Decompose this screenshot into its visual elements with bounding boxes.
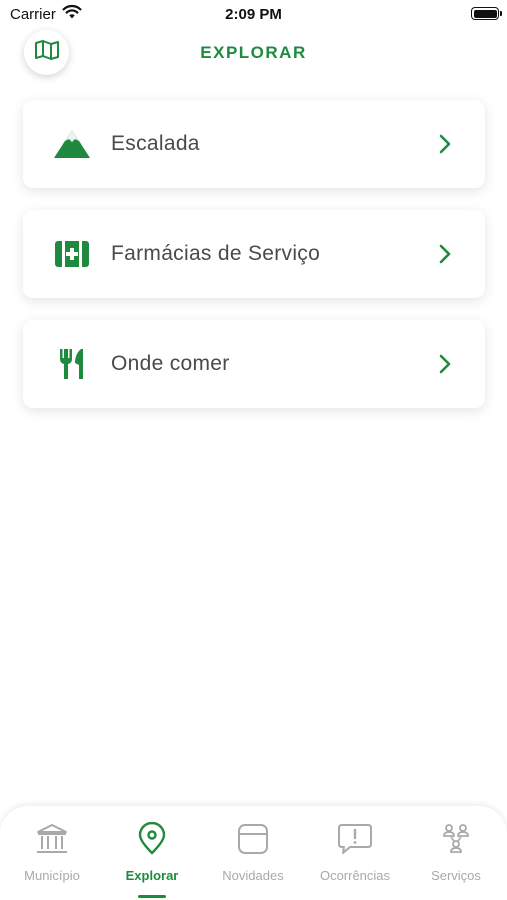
menu-item-label: Escalada	[111, 132, 200, 155]
chevron-right-icon	[439, 244, 451, 269]
tab-label: Município	[24, 868, 80, 883]
clock: 2:09 PM	[225, 6, 282, 23]
tab-label: Explorar	[125, 868, 179, 883]
tab-bar: Município Explorar Novidades Ocorrências…	[0, 806, 507, 900]
news-card-icon	[235, 821, 271, 857]
menu-item-label: Farmácias de Serviço	[111, 242, 321, 265]
tab-servicos[interactable]: Serviços	[406, 806, 506, 900]
chevron-right-icon	[439, 134, 451, 159]
chevron-right-icon	[439, 354, 451, 379]
menu-item-farmacias[interactable]: Farmácias de Serviço	[23, 210, 485, 298]
tab-label: Novidades	[222, 868, 284, 883]
tab-novidades[interactable]: Novidades	[203, 806, 303, 900]
active-tab-indicator	[138, 895, 166, 898]
mountain-icon	[53, 126, 91, 162]
status-bar: Carrier 2:09 PM	[0, 0, 507, 30]
fork-knife-icon	[53, 346, 91, 382]
first-aid-kit-icon	[53, 236, 91, 272]
location-pin-icon	[134, 821, 170, 857]
people-network-icon	[438, 821, 474, 857]
town-hall-icon	[34, 821, 70, 857]
menu-item-label: Onde comer	[111, 352, 230, 375]
page-title: EXPLORAR	[200, 43, 307, 62]
tab-municipio[interactable]: Município	[2, 806, 102, 900]
tab-label: Serviços	[431, 868, 481, 883]
alert-bubble-icon	[337, 821, 373, 857]
menu-item-onde-comer[interactable]: Onde comer	[23, 320, 485, 408]
tab-label: Ocorrências	[319, 868, 391, 883]
menu-item-escalada[interactable]: Escalada	[23, 100, 485, 188]
tab-ocorrencias[interactable]: Ocorrências	[305, 806, 405, 900]
tab-explorar[interactable]: Explorar	[102, 806, 202, 900]
battery-icon	[471, 7, 502, 20]
